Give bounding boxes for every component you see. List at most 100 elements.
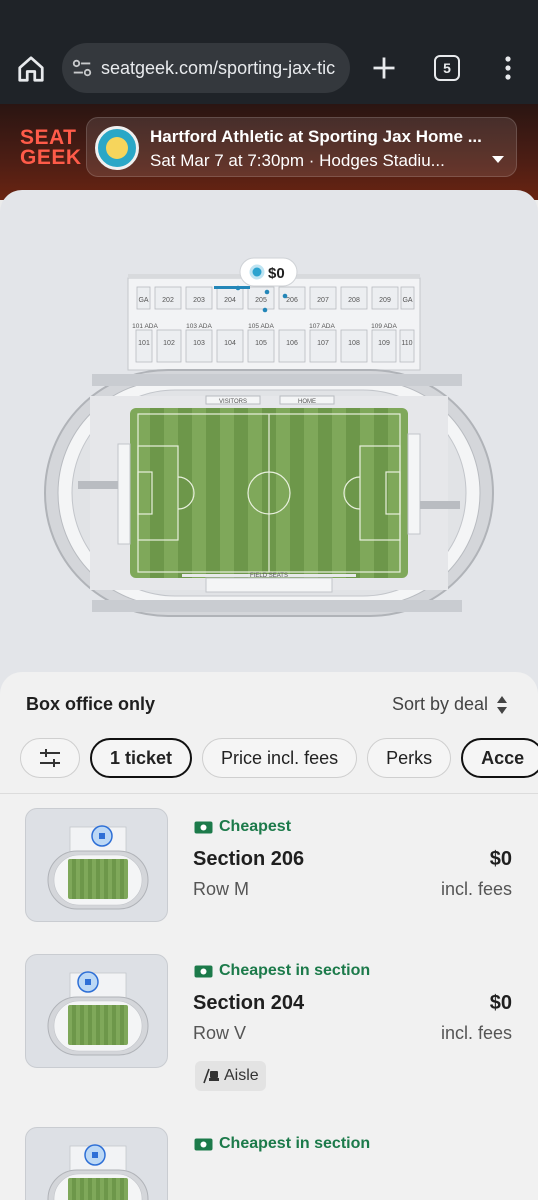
price-pin-label: $0 — [268, 265, 285, 282]
svg-text:GA: GA — [402, 297, 412, 304]
stadium-map[interactable]: VISITORS HOME FIELD SEATS GA 202 203 204 205… — [0, 190, 538, 710]
listing-map-thumbnail — [25, 954, 168, 1068]
tab-switcher-button[interactable]: 5 — [434, 55, 460, 81]
section-203[interactable]: 203 — [185, 286, 213, 310]
money-icon — [194, 821, 213, 833]
listing-price: $0 — [489, 992, 512, 1014]
url-bar[interactable]: seatgeek.com/sporting-jax-tic — [62, 43, 350, 93]
site-settings-icon[interactable] — [71, 57, 93, 79]
section-202[interactable]: 202 — [154, 286, 182, 310]
listing-item[interactable]: Cheapest in section Section 204 Row V $0… — [0, 954, 538, 1091]
svg-text:204: 204 — [224, 297, 236, 304]
filter-settings-button[interactable] — [20, 738, 80, 778]
svg-text:203: 203 — [193, 297, 205, 304]
section-207[interactable]: 207 — [309, 286, 337, 310]
visitors-label: VISITORS — [219, 399, 247, 405]
fees-note: incl. fees — [440, 879, 512, 899]
section-104[interactable]: 104 — [216, 329, 244, 363]
section-108[interactable]: 108 — [340, 329, 368, 363]
svg-text:106: 106 — [286, 340, 298, 347]
ada-label: 107 ADA — [309, 323, 335, 330]
section-name: Section 206 — [193, 848, 305, 870]
svg-text:110: 110 — [401, 340, 412, 347]
filter-sliders-icon — [40, 749, 60, 767]
svg-text:202: 202 — [162, 297, 174, 304]
listing-map-thumbnail — [25, 1127, 168, 1200]
ada-label: 103 ADA — [186, 323, 212, 330]
accessibility-chip[interactable]: Acce — [461, 738, 538, 778]
section-209[interactable]: 209 — [371, 286, 399, 310]
section-208[interactable]: 208 — [340, 286, 368, 310]
section-109[interactable]: 109 — [371, 329, 397, 363]
deal-tag: Cheapest in section — [194, 1135, 370, 1153]
section-ga[interactable]: GA — [136, 286, 151, 310]
fees-note: incl. fees — [440, 1023, 512, 1043]
aisle-seat-icon — [203, 1068, 219, 1084]
svg-text:209: 209 — [379, 297, 391, 304]
browser-toolbar: seatgeek.com/sporting-jax-tic 5 — [0, 0, 538, 104]
listing-map-thumbnail — [25, 808, 168, 922]
listing-item[interactable]: Cheapest in section — [0, 1127, 538, 1200]
event-header: SEAT GEEK Hartford Athletic at Sporting … — [0, 104, 538, 200]
section-204[interactable]: 204 — [216, 286, 244, 310]
money-icon — [194, 965, 213, 977]
home-label: HOME — [298, 399, 316, 405]
svg-text:101: 101 — [138, 340, 150, 347]
section-107[interactable]: 107 — [309, 329, 337, 363]
price-pin[interactable]: $0 — [239, 257, 298, 287]
section-102[interactable]: 102 — [156, 329, 182, 363]
listings-sheet: Box office only Sort by deal 1 ticket Pr… — [0, 672, 538, 1200]
section-name: Section 204 — [193, 992, 305, 1014]
tab-count: 5 — [443, 60, 451, 76]
svg-text:103: 103 — [193, 340, 205, 347]
row-name: Row M — [193, 879, 250, 899]
svg-text:105: 105 — [255, 340, 267, 347]
section-105[interactable]: 105 — [247, 329, 275, 363]
section-101[interactable]: 101 — [135, 329, 153, 363]
price-chip[interactable]: Price incl. fees — [202, 738, 358, 778]
svg-text:109: 109 — [378, 340, 390, 347]
quantity-chip[interactable]: 1 ticket — [90, 738, 193, 778]
event-title: Hartford Athletic at Sporting Jax Home .… — [150, 127, 482, 146]
section-106[interactable]: 106 — [278, 329, 306, 363]
section-110[interactable]: 110 — [399, 329, 415, 363]
pitch — [130, 408, 408, 578]
svg-text:108: 108 — [348, 340, 360, 347]
deal-tag: Cheapest in section — [194, 962, 370, 980]
field-seats-label: FIELD SEATS — [250, 573, 288, 579]
event-selector[interactable]: Hartford Athletic at Sporting Jax Home .… — [86, 117, 517, 177]
svg-text:107: 107 — [317, 340, 329, 347]
seatgeek-logo[interactable]: SEAT GEEK — [20, 127, 82, 168]
team-logo — [95, 126, 139, 170]
aisle-perk-badge: Aisle — [195, 1061, 266, 1091]
svg-text:102: 102 — [163, 340, 175, 347]
ada-label: 105 ADA — [248, 323, 274, 330]
filter-chips: 1 ticket Price incl. fees Perks Acce — [20, 738, 538, 778]
svg-text:208: 208 — [348, 297, 360, 304]
new-tab-icon[interactable] — [370, 54, 398, 82]
more-menu-icon[interactable] — [498, 54, 518, 82]
chevron-down-icon — [492, 156, 504, 163]
svg-text:104: 104 — [224, 340, 236, 347]
section-ga[interactable]: GA — [400, 286, 415, 310]
svg-text:207: 207 — [317, 297, 329, 304]
deal-tag: Cheapest — [194, 818, 291, 836]
svg-text:206: 206 — [286, 297, 298, 304]
section-205[interactable]: 205 — [247, 286, 275, 310]
sort-button[interactable]: Sort by deal — [392, 694, 508, 715]
row-name: Row V — [193, 1023, 247, 1043]
box-office-label: Box office only — [26, 694, 156, 714]
url-text: seatgeek.com/sporting-jax-tic — [101, 57, 336, 78]
stadium-svg: VISITORS HOME FIELD SEATS GA 202 203 204 205… — [44, 257, 494, 617]
svg-text:GA: GA — [138, 297, 148, 304]
section-206[interactable]: 206 — [278, 286, 306, 310]
sort-label: Sort by deal — [391, 694, 488, 714]
section-103[interactable]: 103 — [185, 329, 213, 363]
listing-item[interactable]: Cheapest Section 206 Row M $0 incl. fees — [0, 808, 538, 928]
money-icon — [194, 1138, 213, 1150]
perks-chip[interactable]: Perks — [367, 738, 452, 778]
listing-price: $0 — [489, 848, 512, 870]
home-icon[interactable] — [16, 54, 46, 84]
event-subtitle: Sat Mar 7 at 7:30pm · Hodges Stadiu... — [150, 151, 445, 170]
ada-label: 101 ADA — [132, 323, 158, 330]
